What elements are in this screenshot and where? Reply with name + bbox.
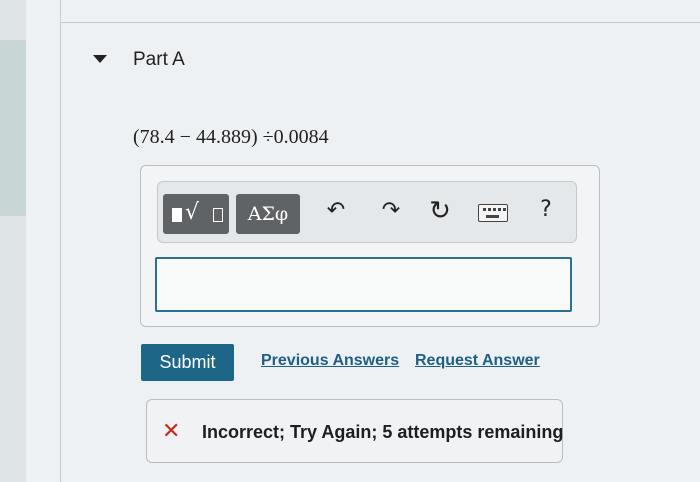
- request-answer-link[interactable]: Request Answer: [415, 352, 540, 370]
- undo-icon[interactable]: ↶: [322, 198, 350, 223]
- redo-icon[interactable]: ↷: [377, 198, 405, 223]
- left-sidebar-strip: [0, 0, 26, 482]
- problem-expression: (78.4 − 44.889) ÷0.0084: [133, 126, 329, 148]
- symbols-label: ΑΣφ: [247, 203, 289, 225]
- left-divider: [60, 0, 61, 482]
- key-dot: [483, 208, 486, 211]
- filled-square-icon: [172, 208, 182, 222]
- top-divider: [60, 22, 700, 23]
- collapse-caret-icon[interactable]: [93, 55, 107, 63]
- help-button[interactable]: ?: [534, 197, 558, 222]
- incorrect-x-icon: ✕: [162, 419, 181, 444]
- previous-answers-link[interactable]: Previous Answers: [261, 352, 399, 370]
- empty-square-icon: [213, 208, 223, 222]
- square-root-icon: √: [185, 200, 200, 225]
- submit-button[interactable]: Submit: [141, 344, 234, 381]
- answer-input[interactable]: [155, 257, 572, 312]
- templates-button[interactable]: √: [163, 194, 229, 234]
- sidebar-tab: [0, 40, 26, 216]
- key-dot: [498, 208, 501, 211]
- keyboard-icon[interactable]: [478, 204, 508, 222]
- reset-icon[interactable]: ↻: [425, 196, 455, 226]
- symbols-button[interactable]: ΑΣφ: [236, 194, 300, 234]
- space-bar: [486, 215, 499, 218]
- key-dot: [503, 208, 506, 211]
- part-title[interactable]: Part A: [133, 49, 185, 71]
- key-dot: [493, 208, 496, 211]
- key-dot: [488, 208, 491, 211]
- feedback-message: Incorrect; Try Again; 5 attempts remaini…: [202, 422, 564, 442]
